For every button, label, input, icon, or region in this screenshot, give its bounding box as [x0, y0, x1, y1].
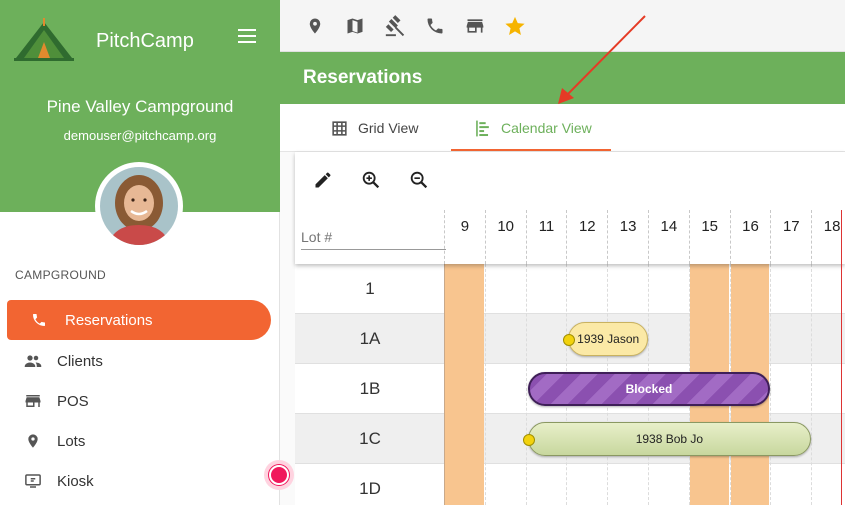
sidebar-item-kiosk[interactable]: Kiosk [7, 461, 271, 501]
lot-label: 1A [359, 329, 381, 348]
user-photo-icon [100, 167, 178, 245]
lot-label: 1B [359, 379, 381, 398]
sidebar-item-label: POS [57, 392, 89, 410]
section-label: CAMPGROUND [15, 268, 107, 282]
reservation-blocked[interactable]: Blocked [527, 372, 771, 406]
sidebar-item-label: Clients [57, 352, 103, 370]
day-header-10[interactable]: 10 [484, 210, 526, 264]
pencil-icon[interactable] [311, 168, 335, 192]
hamburger-menu-icon[interactable] [236, 27, 258, 45]
avatar[interactable] [95, 162, 183, 250]
day-grid-line [525, 264, 527, 505]
sidebar-item-label: Kiosk [57, 472, 94, 490]
zoom-in-icon[interactable] [359, 168, 383, 192]
reservation-label: 1939 Jason [577, 332, 640, 346]
lot-label: 1 [365, 279, 375, 298]
lot-label: 1D [359, 479, 381, 498]
star-icon[interactable] [503, 14, 527, 38]
reservation-pending[interactable]: 1939 Jason [563, 322, 648, 356]
status-dot-icon [563, 334, 576, 346]
grid-icon [330, 118, 350, 138]
day-grid-line [770, 264, 772, 505]
page-title: Reservations [303, 67, 423, 88]
phone-icon [29, 310, 49, 330]
sidebar-item-reservations[interactable]: Reservations [7, 300, 271, 340]
tab-label: Grid View [358, 120, 419, 136]
top-toolbar [280, 0, 845, 52]
reservation-calendar: 9101112131415161718 1 1A 1B 1C 1D 1939 Jason… [295, 152, 845, 505]
sidebar-item-pos[interactable]: POS [7, 381, 271, 421]
weekend-column-9 [445, 264, 484, 505]
sidebar: PitchCamp Pine Valley Campground demouse… [0, 0, 294, 505]
app-name: PitchCamp [96, 30, 194, 52]
gavel-icon[interactable] [383, 14, 407, 38]
day-header-12[interactable]: 12 [566, 210, 607, 264]
lot-filter-input[interactable] [301, 224, 446, 250]
lot-label: 1C [359, 429, 381, 448]
lot-column-divider [444, 264, 445, 505]
status-dot-icon [522, 434, 535, 446]
sidebar-item-label: Reservations [65, 311, 153, 329]
day-header-15[interactable]: 15 [688, 210, 730, 264]
day-header-18[interactable]: 18 [811, 210, 845, 264]
campground-name: Pine Valley Campground [46, 97, 234, 116]
tab-calendar-view[interactable]: Calendar View [473, 104, 592, 152]
calendar-timeline-icon [473, 118, 493, 138]
location-pin-icon [23, 431, 43, 451]
day-header-9[interactable]: 9 [444, 210, 485, 264]
day-header-16[interactable]: 16 [729, 210, 771, 264]
day-grid-line [484, 264, 486, 505]
day-header-14[interactable]: 14 [648, 210, 689, 264]
kiosk-icon [23, 471, 43, 491]
view-tabs: Grid View Calendar View [280, 104, 845, 152]
tent-logo-icon [14, 18, 74, 61]
reservation-label: 1938 Bob Jo [635, 432, 704, 446]
location-pin-icon[interactable] [303, 14, 327, 38]
today-marker [841, 210, 842, 505]
sidebar-item-clients[interactable]: Clients [7, 341, 271, 381]
map-icon[interactable] [343, 14, 367, 38]
store-icon[interactable] [463, 14, 487, 38]
sidebar-item-lots[interactable]: Lots [7, 421, 271, 461]
active-tab-indicator [451, 149, 611, 151]
day-header-11[interactable]: 11 [525, 210, 567, 264]
calendar-header: 9101112131415161718 [295, 152, 845, 264]
user-email: demouser@pitchcamp.org [63, 128, 217, 143]
sidebar-item-label: Lots [57, 432, 86, 450]
store-icon [23, 391, 43, 411]
reservation-confirmed[interactable]: 1938 Bob Jo [522, 422, 812, 456]
tab-label: Calendar View [501, 120, 592, 136]
people-icon [23, 351, 43, 371]
zoom-out-icon[interactable] [407, 168, 431, 192]
reservation-label: Blocked [625, 382, 673, 396]
day-header-17[interactable]: 17 [770, 210, 811, 264]
tab-grid-view[interactable]: Grid View [330, 104, 418, 152]
day-header-13[interactable]: 13 [607, 210, 648, 264]
recording-indicator[interactable] [264, 460, 294, 490]
phone-icon[interactable] [423, 14, 447, 38]
page-header: Reservations [280, 52, 845, 104]
day-grid-line [811, 264, 813, 505]
